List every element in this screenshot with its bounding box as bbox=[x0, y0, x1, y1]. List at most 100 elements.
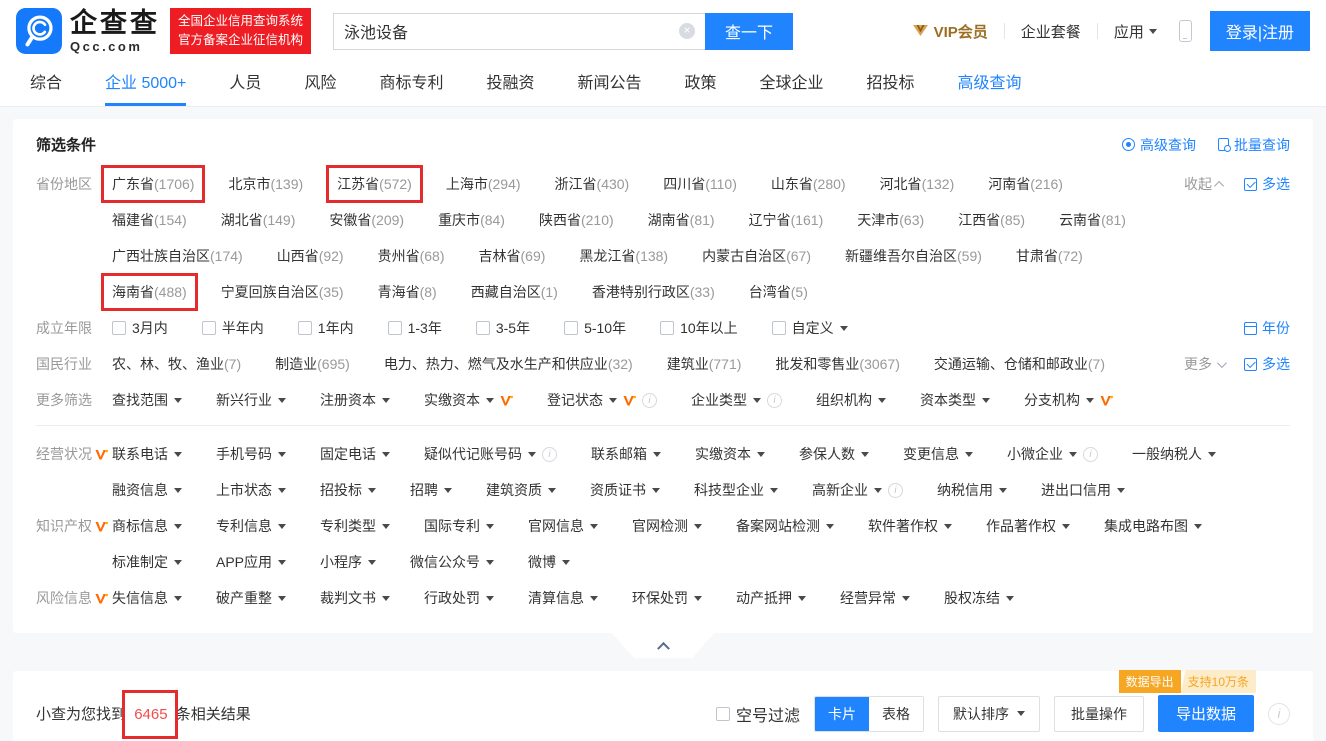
province-item[interactable]: 广西壮族自治区(174) bbox=[112, 245, 243, 267]
export-data-button[interactable]: 导出数据 bbox=[1158, 695, 1254, 732]
clear-icon[interactable] bbox=[679, 23, 695, 39]
dropdown-filter[interactable]: 资质证书 bbox=[590, 479, 660, 501]
region-multi-select[interactable]: 多选 bbox=[1244, 173, 1290, 195]
dropdown-filter[interactable]: 固定电话 bbox=[320, 443, 390, 465]
dropdown-filter[interactable]: 官网检测 bbox=[632, 515, 702, 537]
tab[interactable]: 人员 bbox=[229, 62, 261, 106]
dropdown-filter[interactable]: 融资信息 bbox=[112, 479, 182, 501]
industry-item[interactable]: 农、林、牧、渔业(7) bbox=[112, 353, 241, 375]
founded-checkbox-item[interactable]: 1年内 bbox=[298, 317, 354, 339]
province-item[interactable]: 山西省(92) bbox=[277, 245, 344, 267]
industry-item[interactable]: 制造业(695) bbox=[275, 353, 350, 375]
province-item[interactable]: 黑龙江省(138) bbox=[579, 245, 668, 267]
industry-more-link[interactable]: 更多 bbox=[1184, 353, 1224, 375]
province-item[interactable]: 广东省(1706) bbox=[112, 173, 194, 195]
dropdown-filter[interactable]: 裁判文书 bbox=[320, 587, 390, 609]
dropdown-filter[interactable]: 上市状态 bbox=[216, 479, 286, 501]
search-input[interactable] bbox=[344, 22, 679, 40]
dropdown-filter[interactable]: 专利信息 bbox=[216, 515, 286, 537]
vip-link[interactable]: VIP会员 bbox=[912, 21, 988, 42]
tab[interactable]: 新闻公告 bbox=[577, 62, 641, 106]
dropdown-filter[interactable]: 登记状态 bbox=[547, 389, 657, 411]
province-item[interactable]: 上海市(294) bbox=[446, 173, 521, 195]
dropdown-filter[interactable]: 专利类型 bbox=[320, 515, 390, 537]
province-item[interactable]: 甘肃省(72) bbox=[1016, 245, 1083, 267]
dropdown-filter[interactable]: 企业类型 bbox=[691, 389, 782, 411]
view-card-button[interactable]: 卡片 bbox=[815, 697, 869, 731]
province-item[interactable]: 海南省(488) bbox=[112, 281, 187, 303]
founded-checkbox-item[interactable]: 半年内 bbox=[202, 317, 264, 339]
dropdown-filter[interactable]: 集成电路布图 bbox=[1104, 515, 1202, 537]
province-item[interactable]: 安徽省(209) bbox=[329, 209, 404, 231]
checkbox[interactable] bbox=[660, 321, 674, 335]
province-item[interactable]: 山东省(280) bbox=[771, 173, 846, 195]
province-item[interactable]: 贵州省(68) bbox=[378, 245, 445, 267]
founded-checkbox-item[interactable]: 自定义 bbox=[772, 317, 848, 339]
tab[interactable]: 企业 5000+ bbox=[105, 62, 186, 106]
dropdown-filter[interactable]: 商标信息 bbox=[112, 515, 182, 537]
province-item[interactable]: 吉林省(69) bbox=[479, 245, 546, 267]
qcc-logo[interactable]: 企查查 Qcc.com bbox=[16, 8, 160, 54]
dropdown-filter[interactable]: 联系邮箱 bbox=[591, 443, 661, 465]
industry-item[interactable]: 交通运输、仓储和邮政业(7) bbox=[934, 353, 1105, 375]
dropdown-filter[interactable]: 组织机构 bbox=[816, 389, 886, 411]
founded-checkbox-item[interactable]: 5-10年 bbox=[564, 317, 626, 339]
tab[interactable]: 商标专利 bbox=[379, 62, 443, 106]
phone-icon[interactable] bbox=[1179, 20, 1192, 42]
dropdown-filter[interactable]: 环保处罚 bbox=[632, 587, 702, 609]
tab[interactable]: 高级查询 bbox=[958, 62, 1022, 106]
province-item[interactable]: 内蒙古自治区(67) bbox=[702, 245, 811, 267]
dropdown-filter[interactable]: 高新企业 bbox=[812, 479, 903, 501]
province-item[interactable]: 香港特别行政区(33) bbox=[592, 281, 715, 303]
dropdown-filter[interactable]: 行政处罚 bbox=[424, 587, 494, 609]
dropdown-filter[interactable]: 实缴资本 bbox=[695, 443, 765, 465]
tab[interactable]: 全球企业 bbox=[760, 62, 824, 106]
help-circle-icon[interactable] bbox=[1268, 703, 1290, 725]
dropdown-filter[interactable]: 纳税信用 bbox=[937, 479, 1007, 501]
sort-dropdown[interactable]: 默认排序 bbox=[938, 696, 1040, 732]
province-item[interactable]: 湖北省(149) bbox=[221, 209, 296, 231]
dropdown-filter[interactable]: 破产重整 bbox=[216, 587, 286, 609]
province-item[interactable]: 台湾省(5) bbox=[749, 281, 808, 303]
dropdown-filter[interactable]: 变更信息 bbox=[903, 443, 973, 465]
dropdown-filter[interactable]: 经营异常 bbox=[840, 587, 910, 609]
province-item[interactable]: 湖南省(81) bbox=[648, 209, 715, 231]
province-item[interactable]: 新疆维吾尔自治区(59) bbox=[845, 245, 982, 267]
province-item[interactable]: 河北省(132) bbox=[880, 173, 955, 195]
search-button[interactable]: 查一下 bbox=[705, 13, 793, 50]
checkbox[interactable] bbox=[202, 321, 216, 335]
province-item[interactable]: 江苏省(572) bbox=[337, 173, 412, 195]
dropdown-filter[interactable]: 手机号码 bbox=[216, 443, 286, 465]
dropdown-filter[interactable]: 软件著作权 bbox=[868, 515, 952, 537]
dropdown-filter[interactable]: 参保人数 bbox=[799, 443, 869, 465]
dropdown-filter[interactable]: 失信信息 bbox=[112, 587, 182, 609]
tab[interactable]: 政策 bbox=[684, 62, 716, 106]
dropdown-filter[interactable]: 动产抵押 bbox=[736, 587, 806, 609]
dropdown-filter[interactable]: 官网信息 bbox=[528, 515, 598, 537]
checkbox[interactable] bbox=[564, 321, 578, 335]
founded-checkbox-item[interactable]: 1-3年 bbox=[388, 317, 442, 339]
tab[interactable]: 风险 bbox=[304, 62, 336, 106]
dropdown-filter[interactable]: 股权冻结 bbox=[944, 587, 1014, 609]
dropdown-filter[interactable]: 实缴资本 bbox=[424, 389, 513, 411]
province-item[interactable]: 重庆市(84) bbox=[438, 209, 505, 231]
province-item[interactable]: 云南省(81) bbox=[1059, 209, 1126, 231]
dropdown-filter[interactable]: 微博 bbox=[528, 551, 570, 573]
province-item[interactable]: 浙江省(430) bbox=[555, 173, 630, 195]
checkbox[interactable] bbox=[772, 321, 786, 335]
industry-item[interactable]: 电力、热力、燃气及水生产和供应业(32) bbox=[384, 353, 633, 375]
advanced-query-link[interactable]: 高级查询 bbox=[1122, 135, 1196, 155]
dropdown-filter[interactable]: 联系电话 bbox=[112, 443, 182, 465]
province-item[interactable]: 四川省(110) bbox=[663, 173, 737, 195]
apps-menu[interactable]: 应用 bbox=[1114, 21, 1157, 42]
panel-collapse-tab[interactable] bbox=[611, 632, 715, 658]
dropdown-filter[interactable]: 小程序 bbox=[320, 551, 376, 573]
province-item[interactable]: 河南省(216) bbox=[988, 173, 1063, 195]
empty-number-filter[interactable]: 空号过滤 bbox=[716, 702, 800, 726]
dropdown-filter[interactable]: 建筑资质 bbox=[486, 479, 556, 501]
province-item[interactable]: 西藏自治区(1) bbox=[471, 281, 558, 303]
tab[interactable]: 综合 bbox=[30, 62, 62, 106]
industry-item[interactable]: 建筑业(771) bbox=[667, 353, 742, 375]
dropdown-filter[interactable]: 一般纳税人 bbox=[1132, 443, 1216, 465]
collapse-link[interactable]: 收起 bbox=[1184, 173, 1224, 195]
